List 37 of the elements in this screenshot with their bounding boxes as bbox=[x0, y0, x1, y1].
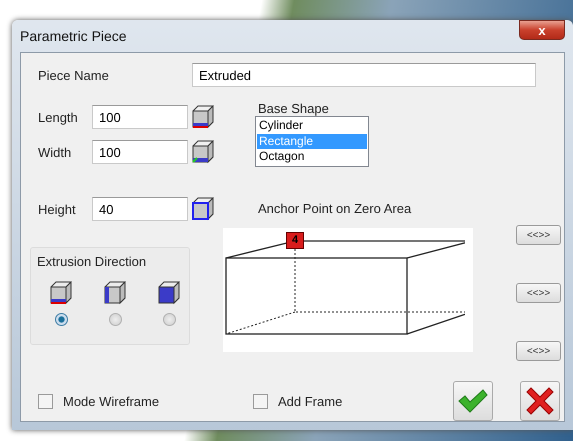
input-field[interactable]: 100 bbox=[92, 105, 188, 129]
checkbox-label: Mode Wireframe bbox=[63, 394, 160, 408]
cube-icon bbox=[192, 105, 214, 129]
checkmark-icon bbox=[458, 389, 488, 413]
checkbox[interactable] bbox=[38, 394, 53, 408]
radio-button[interactable] bbox=[108, 313, 122, 326]
anchor-button[interactable]: <<>> bbox=[516, 225, 561, 245]
diagram-label: Anchor Point on Zero Area bbox=[258, 201, 412, 216]
field-label: Length bbox=[38, 110, 79, 124]
radio-button[interactable] bbox=[54, 313, 68, 326]
checkbox-label: Add Frame bbox=[278, 394, 342, 408]
list-label: Base Shape bbox=[258, 101, 330, 116]
checkbox[interactable] bbox=[253, 394, 268, 408]
anchor-button[interactable]: <<>> bbox=[516, 283, 561, 303]
field-label: Width bbox=[38, 144, 72, 160]
cube-icon bbox=[158, 281, 180, 305]
cube-icon bbox=[50, 281, 72, 305]
list-item[interactable]: Cylinder bbox=[257, 118, 367, 134]
input-field[interactable]: Extruded bbox=[192, 63, 536, 87]
field-label: Height bbox=[38, 202, 77, 216]
cancel-button[interactable] bbox=[520, 381, 560, 421]
group-label: Extrusion Direction bbox=[37, 254, 148, 269]
cross-icon bbox=[525, 386, 555, 416]
anchor-button[interactable]: <<>> bbox=[516, 341, 561, 361]
ok-button[interactable] bbox=[453, 381, 493, 421]
close-button[interactable]: x bbox=[519, 20, 565, 40]
radio-button[interactable] bbox=[162, 313, 176, 326]
cube-icon bbox=[192, 140, 214, 164]
cube-icon bbox=[104, 281, 126, 305]
field-label: Piece Name bbox=[38, 68, 110, 82]
window-title: Parametric Piece bbox=[20, 28, 127, 44]
cube-icon bbox=[192, 197, 214, 221]
anchor-marker[interactable]: 4 bbox=[286, 232, 304, 249]
input-field[interactable]: 40 bbox=[92, 197, 188, 221]
list-item[interactable]: Octagon bbox=[257, 149, 367, 164]
list-box[interactable]: Cylinder Rectangle Octagon bbox=[255, 116, 369, 167]
input-field[interactable]: 100 bbox=[92, 140, 188, 164]
